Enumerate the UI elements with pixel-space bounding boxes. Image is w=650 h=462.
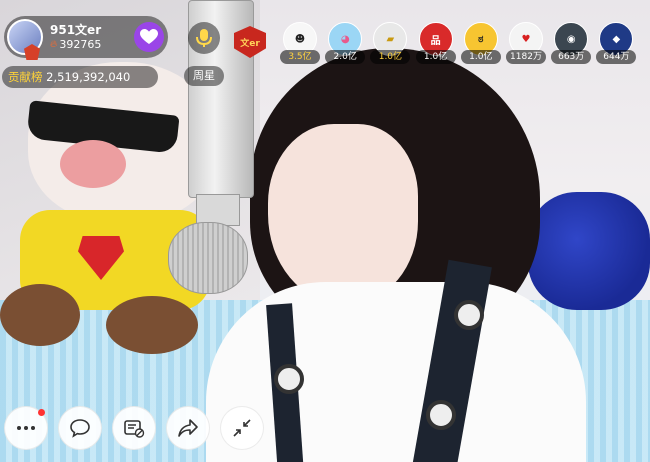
streamer-face <box>268 124 418 304</box>
viewer-contribution: 3.5亿 <box>280 50 320 64</box>
host-name: 951文er <box>50 22 102 37</box>
host-heat: 🔥︎ 392765 <box>50 38 101 52</box>
weekstar-entry[interactable]: 周星 <box>184 22 224 90</box>
fan-club-badge-text: 文er <box>240 38 260 49</box>
pig-plush-foot-left <box>0 284 80 346</box>
viewer-contribution: 663万 <box>551 50 592 64</box>
viewer-avatar[interactable]: ♥ 1182万 <box>506 22 546 64</box>
host-avatar[interactable] <box>7 19 43 60</box>
viewer-avatar[interactable]: ◕ 2.0亿 <box>325 22 366 64</box>
viewer-avatar[interactable]: ☻ 3.5亿 <box>280 22 320 64</box>
danmaku-toggle-icon <box>124 420 145 438</box>
pig-plush-foot-right <box>106 296 198 354</box>
weekstar-label: 周星 <box>184 66 224 86</box>
pig-plush-nose <box>60 140 126 188</box>
viewer-avatar[interactable]: ಠ 1.0亿 <box>460 22 501 64</box>
bottom-toolbar <box>0 400 650 456</box>
blue-flower-bouquet <box>528 192 650 310</box>
viewer-avatar[interactable]: 品 1.0亿 <box>415 22 456 64</box>
more-button[interactable] <box>4 406 48 450</box>
viewer-avatar[interactable]: ▰ 1.0亿 <box>370 22 411 64</box>
follow-button[interactable] <box>134 22 164 52</box>
viewer-contribution: 1.0亿 <box>370 50 411 64</box>
live-stream-view: 951文er 🔥︎ 392765 贡献榜 2,519,392,040 周星 文e… <box>0 0 650 462</box>
viewer-avatar[interactable]: ◉ 663万 <box>551 22 592 64</box>
host-info-card[interactable]: 951文er 🔥︎ 392765 <box>4 16 168 60</box>
minimize-button[interactable] <box>220 406 264 450</box>
heart-follow-icon <box>140 29 158 44</box>
viewer-contribution: 1.0亿 <box>460 50 501 64</box>
contribution-label: 贡献榜 <box>8 70 43 84</box>
strap-ring <box>274 364 304 394</box>
viewer-contribution: 1182万 <box>506 50 546 64</box>
host-heat-value: 392765 <box>59 37 102 51</box>
flame-icon: 🔥︎ <box>50 38 58 50</box>
share-arrow-icon <box>178 419 198 437</box>
host-level-badge-icon <box>24 44 40 60</box>
notification-dot <box>38 409 45 416</box>
more-dots-icon <box>17 426 35 430</box>
shrink-icon <box>233 419 251 437</box>
chat-bubble-icon <box>70 419 90 438</box>
danmaku-toggle-button[interactable] <box>112 406 156 450</box>
contribution-value: 2,519,392,040 <box>46 70 131 84</box>
viewer-contribution: 1.0亿 <box>415 50 456 64</box>
viewer-contribution: 644万 <box>596 50 637 64</box>
share-button[interactable] <box>166 406 210 450</box>
viewer-contribution: 2.0亿 <box>325 50 366 64</box>
chat-button[interactable] <box>58 406 102 450</box>
viewer-avatar[interactable]: ◆ 644万 <box>596 22 637 64</box>
contribution-rank-bar[interactable]: 贡献榜 2,519,392,040 <box>2 66 158 88</box>
strap-ring <box>454 300 484 330</box>
microphone-head <box>168 222 248 294</box>
microphone-icon <box>196 29 212 47</box>
host-text: 951文er 🔥︎ 392765 <box>50 23 101 52</box>
weekstar-icon <box>188 22 220 54</box>
